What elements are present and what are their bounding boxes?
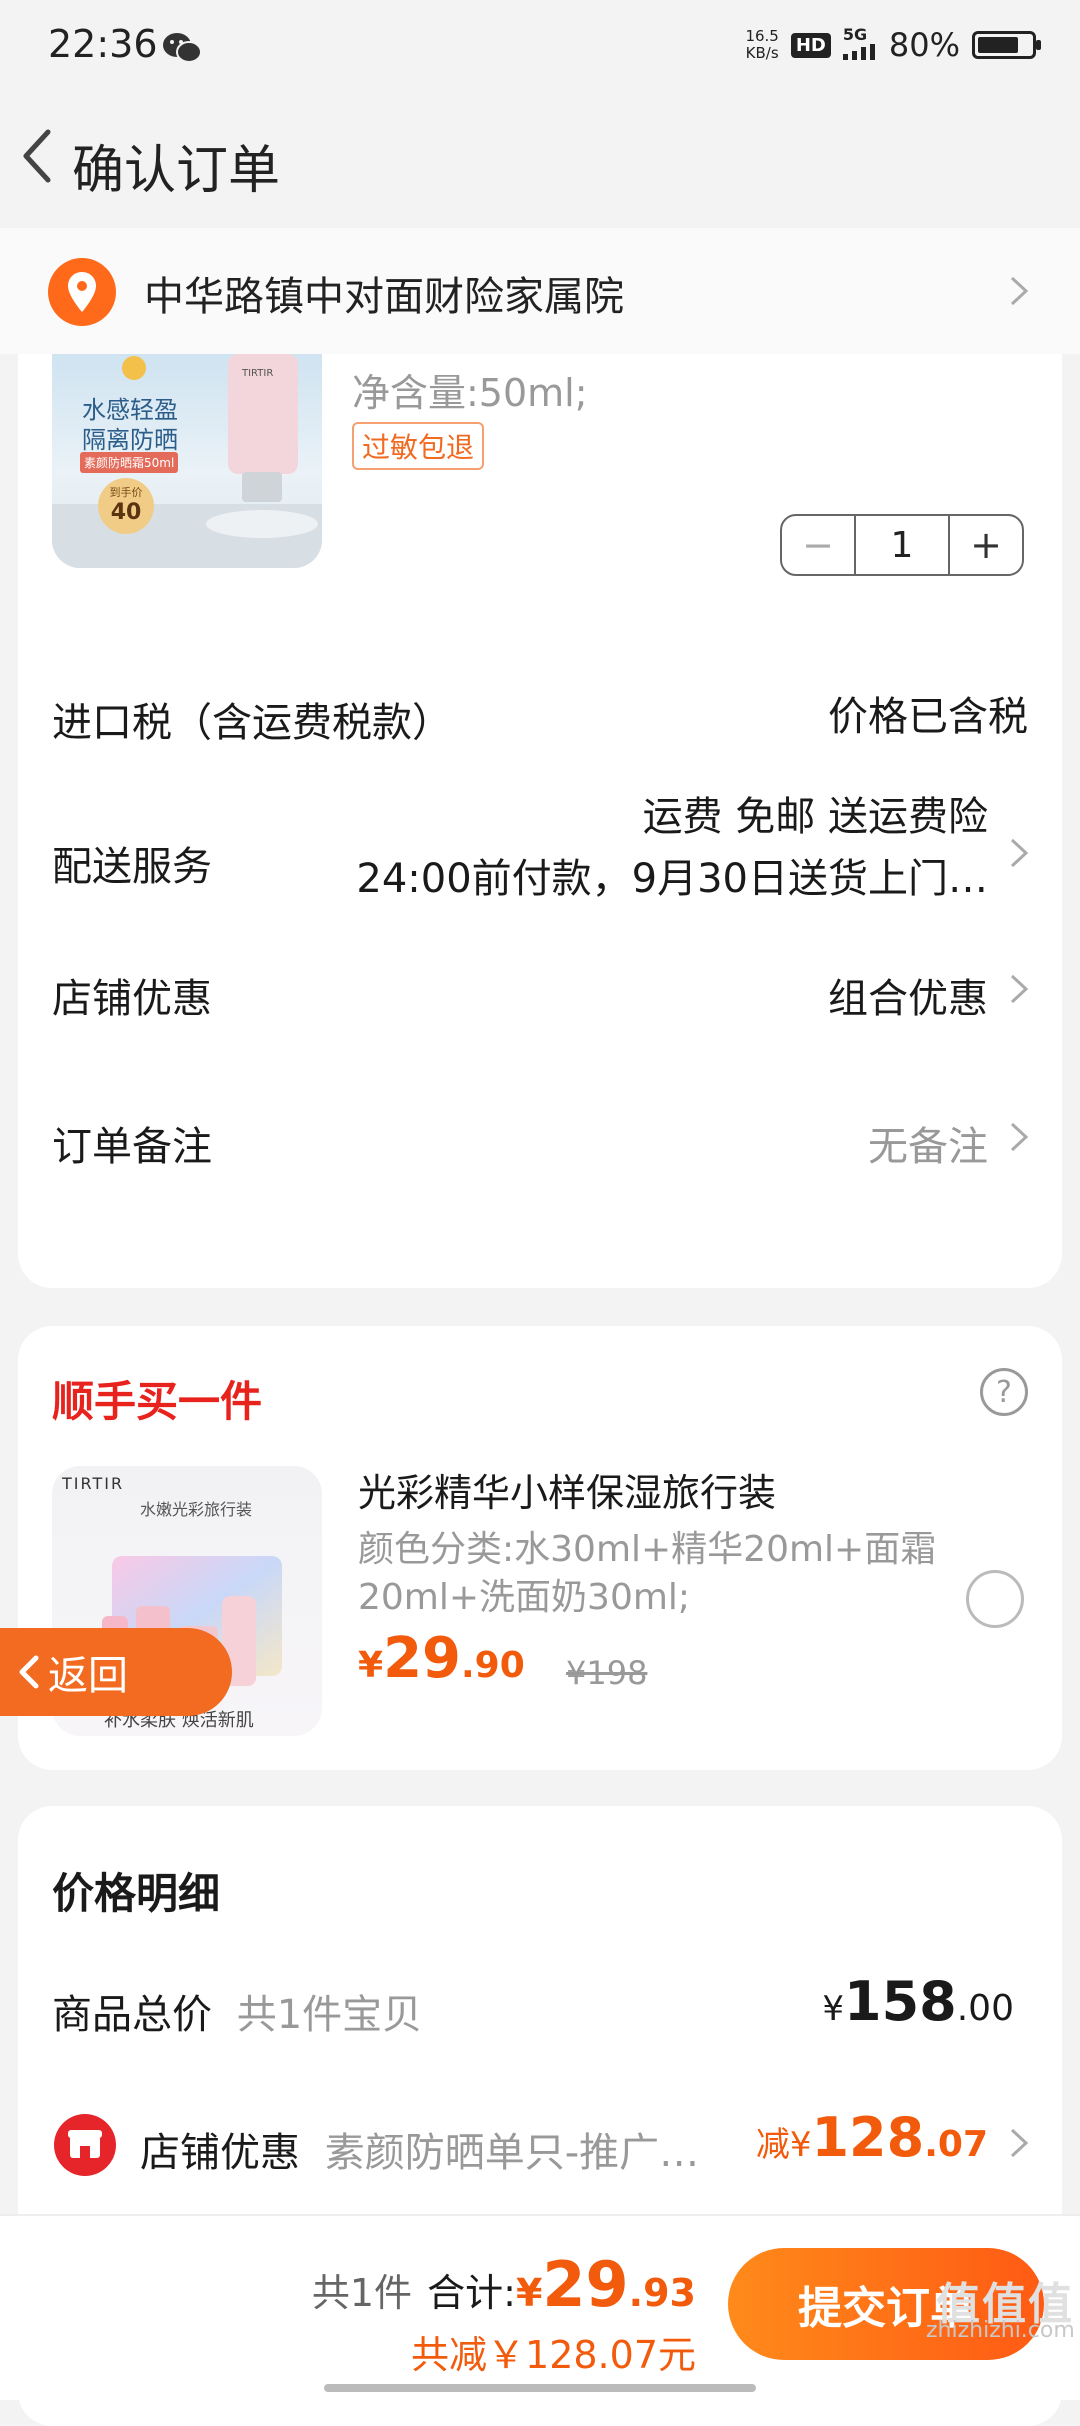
total-label: 商品总价 共1件宝贝 [52, 1982, 422, 2040]
bottom-total-symbol: ¥ [515, 2271, 543, 2315]
hd-badge: HD [790, 32, 831, 58]
product-image-price-badge: 到手价 40 [98, 478, 154, 534]
shop-discount-label: 店铺优惠 [52, 976, 212, 1022]
quantity-stepper: − 1 + [780, 514, 1024, 576]
shop-discount-value: 组合优惠 [828, 976, 988, 1022]
price-badge-label: 到手价 [109, 486, 143, 499]
addon-brand: TIRTIR [62, 1474, 125, 1493]
import-tax-value: 价格已含税 [828, 694, 1028, 740]
import-tax-label: 进口税（含运费税款） [52, 700, 452, 746]
product-image[interactable]: 水感轻盈 隔离防晒 素颜防晒霜50ml 到手价 40 TIRTIR [52, 354, 322, 568]
bottom-total-label: 合计: [427, 2271, 516, 2315]
delivery-row[interactable]: 配送服务 运费 免邮 送运费险 24:00前付款，9月30日送货上门… [18, 784, 1062, 914]
help-icon[interactable]: ? [980, 1368, 1028, 1416]
order-card: 水感轻盈 隔离防晒 素颜防晒霜50ml 到手价 40 TIRTIR 净含量:50… [18, 354, 1062, 1288]
price-badge-value: 40 [110, 500, 142, 525]
bottom-bar-divider [0, 2214, 1080, 2216]
discount-prefix: 减 [755, 2125, 790, 2165]
address-text: 中华路镇中对面财险家属院 [144, 274, 624, 320]
chevron-right-icon [1010, 838, 1029, 868]
total-price-symbol: ¥ [822, 1989, 844, 2029]
total-price: ¥158.00 [822, 1970, 1014, 2033]
addon-name: 光彩精华小样保湿旅行装 [358, 1471, 777, 1515]
signal-icon: 5G [842, 25, 877, 64]
quantity-value[interactable]: 1 [854, 516, 950, 574]
addon-spec: 颜色分类:水30ml+精华20ml+面霜20ml+洗面奶30ml; [358, 1529, 937, 1618]
price-detail-title: 价格明细 [52, 1869, 221, 1918]
addon-price-dec: .90 [461, 1645, 525, 1686]
home-indicator[interactable] [324, 2384, 756, 2392]
chevron-right-icon [1010, 2128, 1029, 2158]
bottom-total-dec: .93 [628, 2271, 696, 2315]
remark-value: 无备注 [868, 1124, 988, 1170]
product-spec: 净含量:50ml; [352, 371, 588, 415]
net-speed: 16.5 KB/s [745, 28, 778, 62]
addon-title: 顺手买一件 [52, 1377, 263, 1426]
product-image-text-3: 素颜防晒霜50ml [80, 452, 179, 473]
discount-dec: .07 [924, 2124, 988, 2165]
floating-back-label: 返回 [48, 1653, 128, 1699]
location-pin-icon [48, 258, 116, 326]
shop-discount-detail-sub: 素颜防晒单只-推广… [324, 2130, 700, 2176]
total-price-dec: .00 [956, 1988, 1014, 2029]
addon-price-int: 29 [383, 1626, 461, 1691]
product-brand: TIRTIR [242, 368, 274, 379]
net-speed-unit: KB/s [745, 44, 779, 62]
bottom-saved: 共减￥128.07元 [411, 2333, 696, 2377]
remark-label: 订单备注 [52, 1124, 212, 1170]
shop-discount-detail-row[interactable]: 店铺优惠 素颜防晒单只-推广… 减¥128.07 [18, 2096, 1062, 2196]
bottom-total: 共1件 合计:¥29.93 [312, 2248, 696, 2321]
addon-price: ¥29.90 [358, 1626, 525, 1691]
floating-back-button[interactable]: 返回 [0, 1628, 232, 1716]
battery-percent: 80% [888, 26, 960, 64]
shop-discount-detail-text: 店铺优惠 [140, 2130, 300, 2176]
shop-icon [54, 2114, 116, 2176]
addon-original-price: ¥198 [566, 1654, 648, 1692]
total-label-text: 商品总价 [52, 1992, 212, 2038]
discount-symbol: ¥ [789, 2125, 812, 2165]
shop-discount-amount: 减¥128.07 [756, 2106, 988, 2169]
remark-row[interactable]: 订单备注 无备注 [18, 1102, 1062, 1182]
addon-price-symbol: ¥ [358, 1645, 384, 1686]
status-bar: 22:36 16.5 KB/s HD 5G 80% [0, 0, 1080, 100]
addon-select-radio[interactable] [966, 1570, 1024, 1628]
total-price-int: 158 [844, 1970, 957, 2033]
battery-icon [972, 31, 1041, 59]
allergy-return-tag: 过敏包退 [352, 422, 485, 470]
watermark-site: zhizhizhi.com [926, 2318, 1075, 2343]
chevron-left-icon [19, 1655, 39, 1689]
battery-level [978, 37, 1019, 53]
delivery-line2: 24:00前付款，9月30日送货上门… [356, 856, 988, 902]
net-speed-value: 16.5 [745, 27, 779, 45]
bottom-count: 共1件 [311, 2271, 413, 2315]
discount-int: 128 [811, 2106, 925, 2169]
wechat-icon [163, 33, 202, 63]
increase-button[interactable]: + [950, 516, 1022, 574]
status-indicators: 16.5 KB/s HD 5G 80% [745, 25, 1041, 64]
chevron-right-icon [1010, 1122, 1029, 1152]
chevron-right-icon [1010, 276, 1029, 306]
status-time: 22:36 [48, 22, 158, 66]
shop-discount-row[interactable]: 店铺优惠 组合优惠 [18, 954, 1062, 1034]
page-title: 确认订单 [72, 141, 281, 201]
delivery-label: 配送服务 [52, 844, 212, 890]
product-image-text-2: 隔离防晒 [82, 426, 178, 454]
bottom-total-int: 29 [542, 2248, 629, 2321]
signal-bars [842, 44, 875, 60]
addon-image-title: 水嫩光彩旅行装 [140, 1500, 253, 1519]
network-type: 5G [842, 25, 868, 44]
address-bar[interactable]: 中华路镇中对面财险家属院 [0, 228, 1080, 354]
chevron-right-icon [1010, 974, 1029, 1004]
shop-discount-detail-label: 店铺优惠 素颜防晒单只-推广… [140, 2120, 699, 2178]
chevron-left-icon[interactable] [14, 124, 64, 188]
delivery-line1: 运费 免邮 送运费险 [642, 794, 988, 840]
total-count: 共1件宝贝 [236, 1992, 423, 2038]
decrease-button[interactable]: − [782, 516, 854, 574]
bottom-bar: 共1件 合计:¥29.93 共减￥128.07元 提交订单 [0, 2214, 1080, 2400]
